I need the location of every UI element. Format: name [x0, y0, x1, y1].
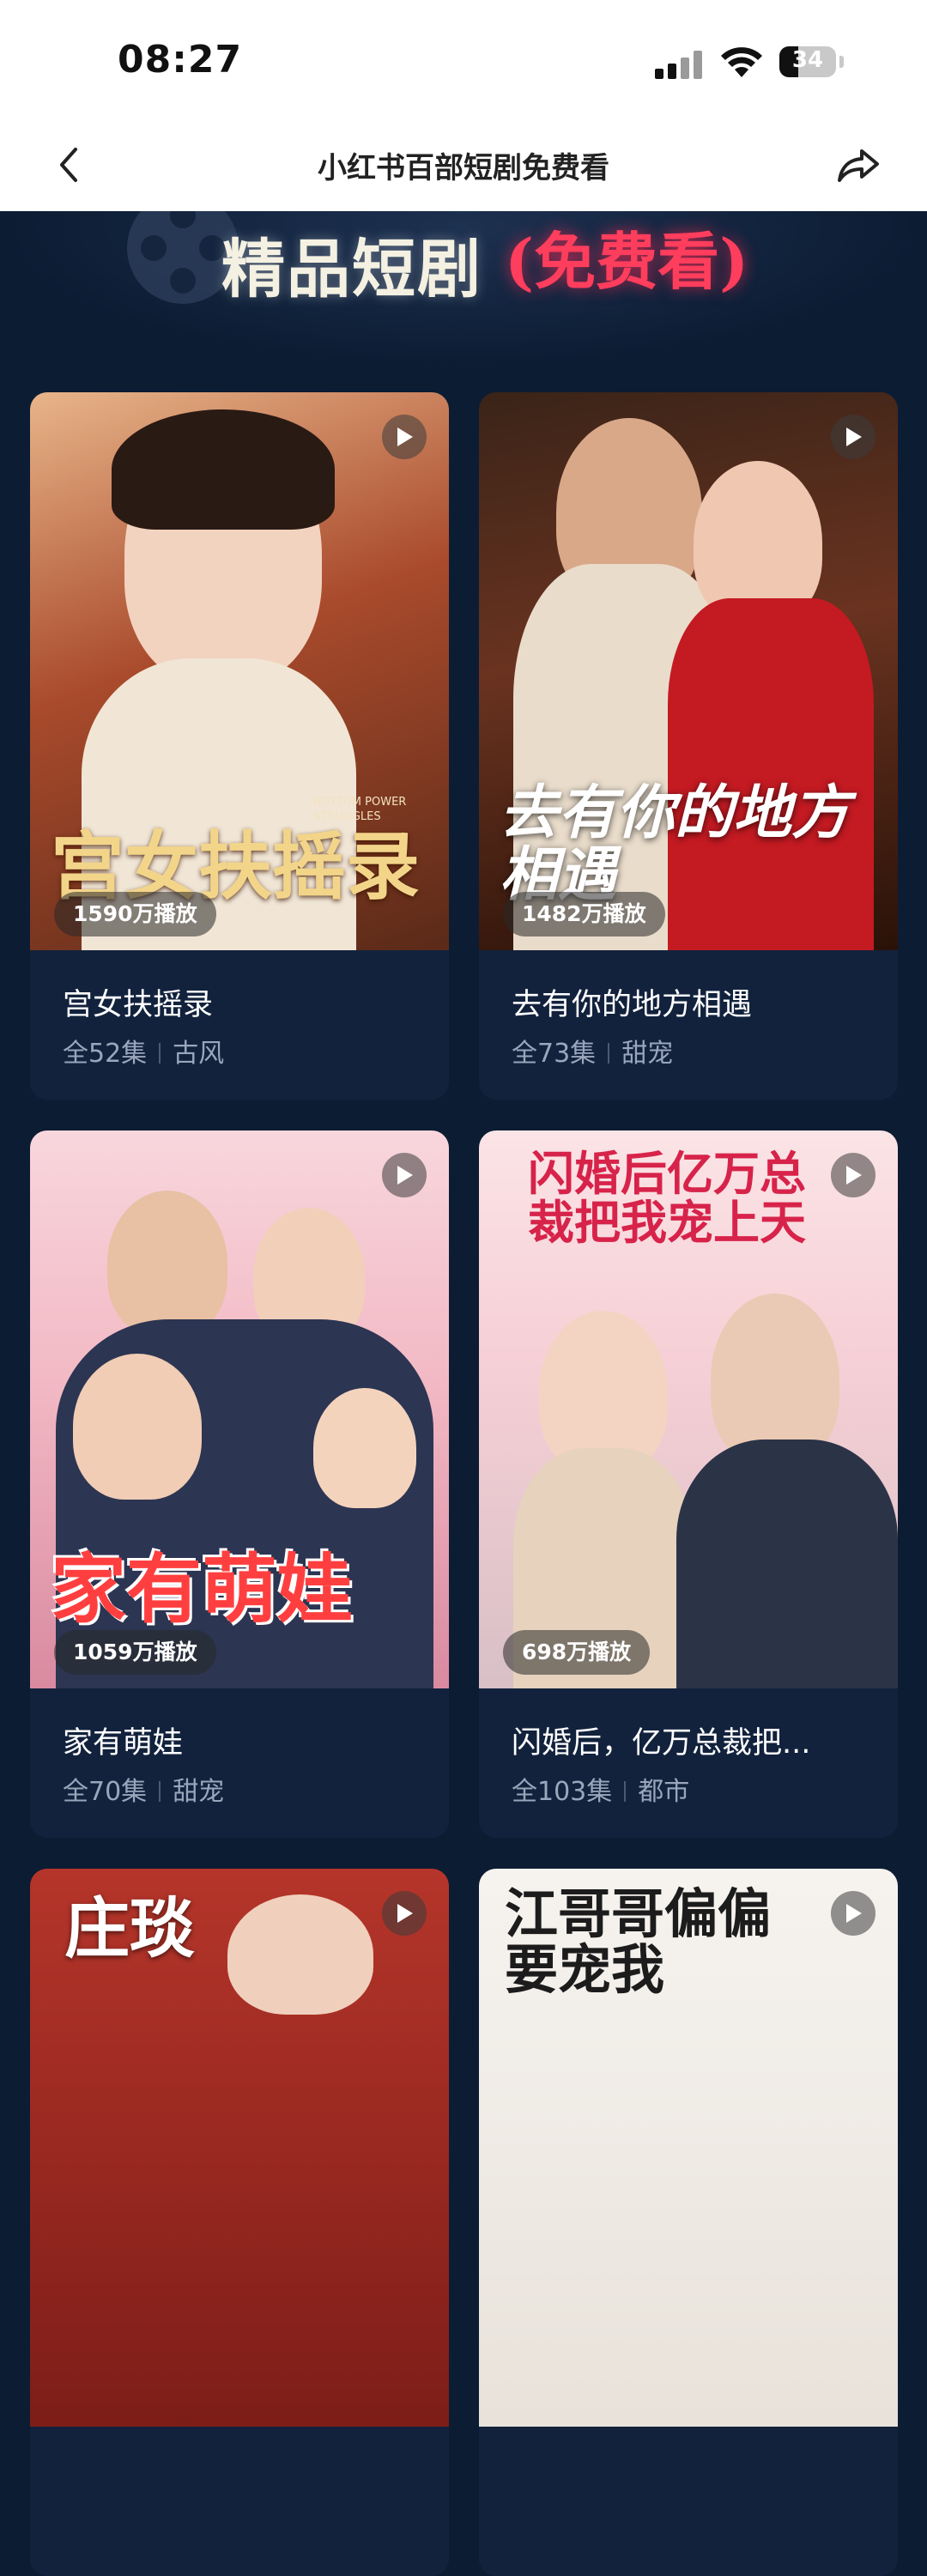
battery-icon: 34	[779, 46, 836, 77]
view-count: 1482万播放	[503, 892, 665, 936]
banner: 精品短剧 (免费看)	[0, 211, 927, 366]
wifi-icon	[721, 47, 762, 77]
drama-title: 闪婚后，亿万总裁把...	[512, 1726, 811, 1761]
drama-poster: 家有萌娃 1059万播放	[30, 1130, 449, 1688]
genre-tag: 甜宠	[173, 1777, 225, 1807]
divider	[624, 1781, 627, 1802]
divider	[608, 1043, 610, 1064]
poster-child	[73, 1354, 202, 1500]
poster-suit	[676, 1440, 898, 1688]
episode-count: 全103集	[512, 1777, 613, 1807]
drama-card[interactable]: 江哥哥偏偏要宠我	[479, 1869, 898, 2576]
signal-icon	[655, 50, 703, 79]
divider	[159, 1781, 161, 1802]
view-count: 698万播放	[503, 1630, 651, 1675]
poster-caption: BOTTOM POWER STRUGGLES	[313, 796, 407, 823]
nav-bar: 小红书百部短剧免费看	[0, 122, 927, 211]
page-title: 小红书百部短剧免费看	[318, 151, 609, 185]
drama-card[interactable]: BOTTOM POWER STRUGGLES 宫女扶摇录 1590万播放 宫女扶…	[30, 392, 449, 1100]
drama-meta: 全103集 都市	[512, 1770, 689, 1808]
poster-title-art: 闪婚后亿万总裁把我宠上天	[528, 1146, 806, 1250]
episode-count: 全73集	[512, 1039, 597, 1069]
drama-poster: 闪婚后亿万总裁把我宠上天 698万播放	[479, 1130, 898, 1688]
drama-poster: BOTTOM POWER STRUGGLES 宫女扶摇录 1590万播放	[30, 392, 449, 950]
genre-tag: 古风	[173, 1039, 225, 1069]
battery-tip	[839, 56, 844, 68]
divider	[159, 1043, 161, 1064]
drama-meta: 全52集 古风	[63, 1032, 224, 1070]
drama-card[interactable]: 家有萌娃 1059万播放 家有萌娃 全70集 甜宠	[30, 1130, 449, 1838]
banner-subtitle: (免费看)	[505, 225, 749, 298]
genre-tag: 都市	[638, 1777, 690, 1807]
episode-count: 全52集	[63, 1039, 148, 1069]
drama-poster: 去有你的地方相遇 1482万播放	[479, 392, 898, 950]
episode-count: 全70集	[63, 1777, 148, 1807]
drama-poster: 江哥哥偏偏要宠我	[479, 1869, 898, 2427]
poster-child-2	[313, 1388, 416, 1508]
status-time: 08:27	[118, 38, 243, 82]
view-count: 1590万播放	[54, 892, 216, 936]
genre-tag: 甜宠	[621, 1039, 674, 1069]
drama-card[interactable]: 闪婚后亿万总裁把我宠上天 698万播放 闪婚后，亿万总裁把... 全103集 都市	[479, 1130, 898, 1838]
poster-title-art: 江哥哥偏偏要宠我	[505, 1882, 772, 2002]
drama-poster: 庄琰	[30, 1869, 449, 2427]
banner-title: 精品短剧	[221, 233, 482, 306]
drama-title: 宫女扶摇录	[63, 988, 214, 1022]
drama-meta: 全73集 甜宠	[512, 1032, 673, 1070]
play-icon[interactable]	[382, 415, 427, 459]
share-icon[interactable]	[833, 139, 884, 191]
drama-card[interactable]: 庄琰	[30, 1869, 449, 2576]
drama-title: 家有萌娃	[63, 1726, 184, 1761]
poster-title-art: 家有萌娃	[51, 1543, 354, 1633]
play-icon[interactable]	[831, 415, 876, 459]
play-icon[interactable]	[382, 1153, 427, 1197]
drama-card[interactable]: 去有你的地方相遇 1482万播放 去有你的地方相遇 全73集 甜宠	[479, 392, 898, 1100]
poster-figure	[107, 1191, 227, 1336]
drama-title: 去有你的地方相遇	[512, 988, 753, 1022]
play-icon[interactable]	[831, 1153, 876, 1197]
battery-percentage: 34	[791, 47, 824, 73]
status-bar: 08:27 34	[0, 0, 927, 122]
drama-meta: 全70集 甜宠	[63, 1770, 224, 1808]
play-icon[interactable]	[382, 1891, 427, 1936]
poster-hair	[112, 409, 335, 530]
play-icon[interactable]	[831, 1891, 876, 1936]
poster-title-art: 去有你的地方相遇	[500, 779, 851, 909]
poster-title-art: 庄琰	[64, 1890, 195, 1967]
view-count: 1059万播放	[54, 1630, 216, 1675]
